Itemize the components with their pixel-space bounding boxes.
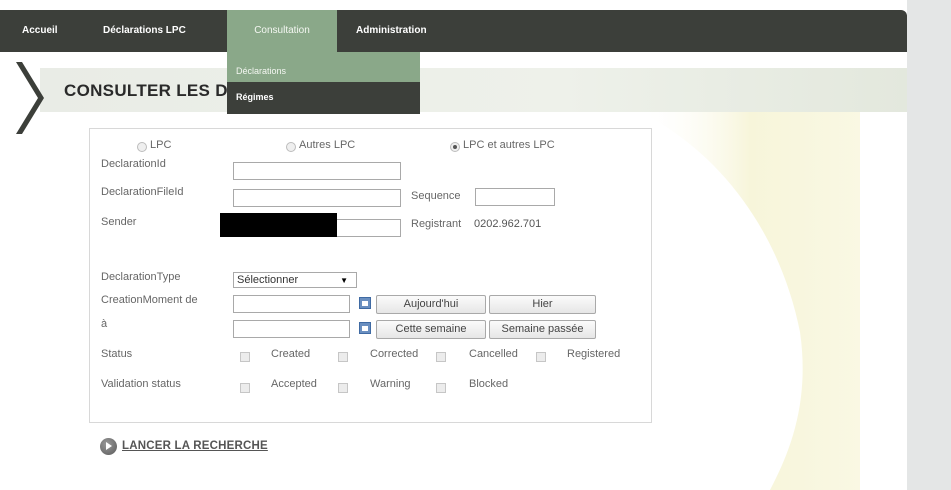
declaration-type-label: DeclarationType — [101, 271, 181, 283]
validation-accepted-checkbox[interactable] — [240, 383, 250, 393]
this-week-button[interactable]: Cette semaine — [376, 320, 486, 339]
nav-item-declarations-lpc[interactable]: Déclarations LPC — [103, 10, 186, 52]
radio-lpc-et-autres-label: LPC et autres LPC — [463, 139, 555, 151]
radio-lpc[interactable] — [137, 142, 147, 152]
status-registered-label: Registered — [567, 348, 621, 360]
status-corrected-label: Corrected — [370, 348, 419, 360]
chevron-right-icon — [16, 62, 44, 134]
status-label: Status — [101, 348, 133, 360]
declaration-id-input[interactable] — [233, 162, 401, 180]
to-label: à — [101, 318, 108, 330]
calendar-icon[interactable] — [359, 322, 371, 334]
declaration-id-label: DeclarationId — [101, 158, 166, 170]
dropdown-item-declarations[interactable]: Déclarations — [227, 52, 420, 82]
calendar-icon[interactable] — [359, 297, 371, 309]
declaration-file-id-label: DeclarationFileId — [101, 186, 184, 198]
consultation-dropdown: Déclarations Régimes — [227, 52, 420, 114]
status-created-label: Created — [271, 348, 311, 360]
creation-to-input[interactable] — [233, 320, 350, 338]
creation-from-input[interactable] — [233, 295, 350, 313]
dropdown-arrow-icon: ▼ — [340, 276, 348, 285]
validation-status-label: Validation status — [101, 378, 181, 390]
validation-accepted-label: Accepted — [271, 378, 317, 390]
radio-autres-lpc[interactable] — [286, 142, 296, 152]
dropdown-item-regimes[interactable]: Régimes — [227, 84, 420, 114]
radio-autres-lpc-label: Autres LPC — [299, 139, 356, 151]
sequence-label: Sequence — [411, 190, 461, 202]
play-icon[interactable] — [100, 438, 117, 455]
radio-lpc-et-autres[interactable] — [450, 142, 460, 152]
validation-blocked-label: Blocked — [469, 378, 509, 390]
declaration-file-id-input[interactable] — [233, 189, 401, 207]
creation-moment-label: CreationMoment de — [101, 294, 198, 306]
declaration-type-select[interactable]: Sélectionner ▼ — [233, 272, 357, 288]
registrant-value: 0202.962.701 — [474, 218, 542, 230]
launch-search-link[interactable]: LANCER LA RECHERCHE — [122, 440, 268, 452]
nav-item-accueil[interactable]: Accueil — [22, 10, 58, 52]
top-nav: Accueil Déclarations LPC Consultation Ad… — [0, 10, 907, 52]
nav-item-administration[interactable]: Administration — [356, 10, 427, 52]
validation-warning-label: Warning — [370, 378, 411, 390]
validation-warning-checkbox[interactable] — [338, 383, 348, 393]
page-title: CONSULTER LES D — [64, 81, 228, 100]
status-corrected-checkbox[interactable] — [338, 352, 348, 362]
right-strip — [907, 0, 951, 490]
nav-underband — [0, 52, 907, 68]
last-week-button[interactable]: Semaine passée — [489, 320, 596, 339]
radio-lpc-label: LPC — [150, 139, 172, 151]
status-created-checkbox[interactable] — [240, 352, 250, 362]
status-registered-checkbox[interactable] — [536, 352, 546, 362]
today-button[interactable]: Aujourd'hui — [376, 295, 486, 314]
status-cancelled-checkbox[interactable] — [436, 352, 446, 362]
redacted-sender — [220, 213, 337, 237]
status-cancelled-label: Cancelled — [469, 348, 518, 360]
sequence-input[interactable] — [475, 188, 555, 206]
sender-label: Sender — [101, 216, 137, 228]
declaration-type-value: Sélectionner — [237, 274, 299, 286]
validation-blocked-checkbox[interactable] — [436, 383, 446, 393]
registrant-label: Registrant — [411, 218, 462, 230]
yesterday-button[interactable]: Hier — [489, 295, 596, 314]
nav-item-consultation[interactable]: Consultation — [227, 10, 337, 52]
